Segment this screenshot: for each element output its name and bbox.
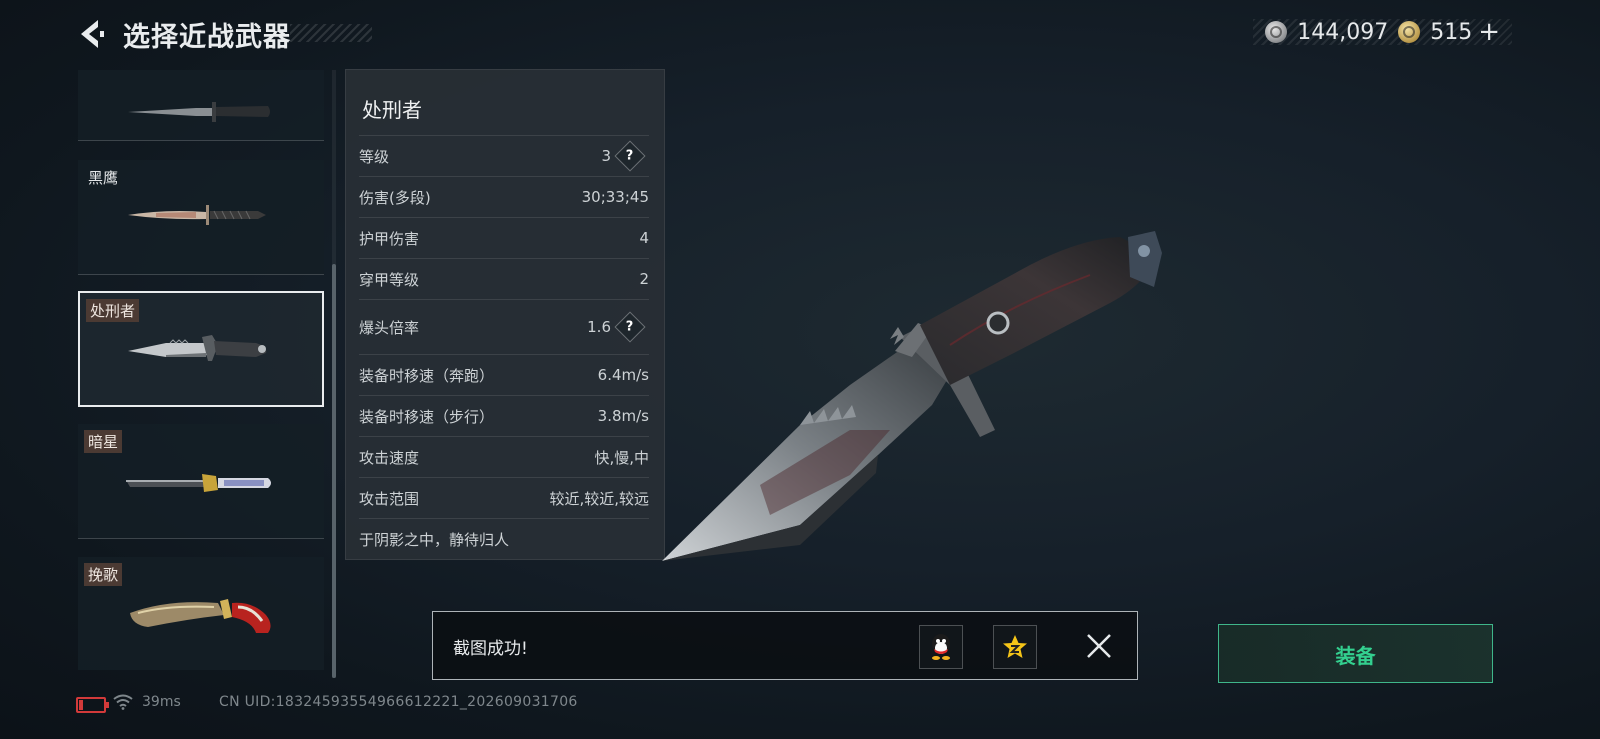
qq-icon — [932, 634, 950, 660]
weapon-list: 黑鹰 处刑者 暗星 挽歌 — [78, 70, 326, 670]
stat-label: 装备时移速（步行） — [359, 407, 495, 426]
weapon-card[interactable]: 黑鹰 — [78, 160, 324, 275]
stat-label: 攻击范围 — [359, 489, 420, 508]
add-currency-button[interactable]: + — [1478, 17, 1500, 47]
stat-label: 等级 — [359, 147, 390, 166]
wifi-icon — [113, 694, 133, 710]
stat-row-armor-damage: 护甲伤害 4 — [359, 217, 649, 258]
question-icon: ? — [626, 319, 634, 335]
weapon-card-name: 处刑者 — [86, 299, 140, 322]
stat-value: 1.6 — [587, 318, 611, 336]
stat-row-attack-range: 攻击范围 较近,较近,较远 — [359, 477, 649, 518]
stat-value: 6.4m/s — [597, 366, 649, 384]
page-title: 选择近战武器 — [123, 22, 291, 53]
stat-label: 攻击速度 — [359, 448, 420, 467]
stat-value: 3 — [601, 147, 611, 165]
stat-label: 爆头倍率 — [359, 318, 420, 337]
weapon-stats-panel: 处刑者 等级 3 ? 伤害(多段) 30;33;45 护甲伤害 4 穿甲等级 2… — [345, 69, 665, 560]
top-bar: 选择近战武器 144,097 515 + — [0, 0, 1600, 68]
stat-row-level: 等级 3 ? — [359, 135, 649, 176]
stat-value: 快,慢,中 — [594, 448, 649, 467]
stat-label: 装备时移速（奔跑） — [359, 366, 495, 385]
weapon-card-selected[interactable]: 处刑者 — [78, 291, 324, 407]
gold-coin-icon — [1398, 21, 1421, 43]
weapon-card-name: 挽歌 — [84, 563, 123, 586]
weapon-description-row: 于阴影之中，静待归人 — [359, 518, 649, 559]
dark-star-knife-image — [126, 474, 271, 492]
silver-amount: 144,097 — [1297, 19, 1389, 45]
elegy-kukri-image — [130, 599, 271, 633]
weapon-card-name: 黑鹰 — [88, 169, 119, 187]
question-icon: ? — [626, 148, 634, 164]
stat-label: 护甲伤害 — [359, 229, 420, 248]
silver-coin-icon — [1265, 21, 1288, 43]
weapon-card[interactable] — [78, 70, 324, 141]
weapon-card[interactable]: 暗星 — [78, 424, 324, 539]
executioner-knife-image — [128, 335, 267, 361]
weapon-description: 于阴影之中，静待归人 — [359, 530, 510, 549]
toast-message: 截图成功! — [453, 639, 528, 659]
close-toast-icon[interactable] — [1085, 632, 1113, 660]
back-button[interactable] — [76, 16, 110, 52]
help-button[interactable]: ? — [614, 140, 646, 172]
stat-row-run-speed: 装备时移速（奔跑） 6.4m/s — [359, 354, 649, 395]
title-decoration — [290, 24, 372, 42]
stat-value: 4 — [639, 229, 649, 247]
combat-knife-image — [128, 102, 270, 122]
share-qq-button[interactable] — [919, 625, 963, 669]
stat-row-headshot: 爆头倍率 1.6 ? — [359, 299, 649, 354]
currency-bar: 144,097 515 + — [1253, 17, 1512, 47]
stats-list: 等级 3 ? 伤害(多段) 30;33;45 护甲伤害 4 穿甲等级 2 爆头倍… — [359, 135, 649, 559]
equip-button-label: 装备 — [1335, 644, 1376, 668]
stat-label: 伤害(多段) — [359, 188, 431, 207]
stat-value: 2 — [639, 270, 649, 288]
stat-value: 较近,较近,较远 — [549, 489, 649, 508]
stat-value: 3.8m/s — [597, 407, 649, 425]
back-arrow-icon — [81, 20, 104, 48]
help-button[interactable]: ? — [614, 311, 646, 343]
list-scrollbar[interactable] — [332, 264, 336, 678]
weapon-card[interactable]: 挽歌 — [78, 557, 324, 670]
stat-value: 30;33;45 — [581, 188, 649, 206]
share-qzone-button[interactable] — [993, 625, 1037, 669]
weapon-name: 处刑者 — [362, 98, 422, 122]
stat-row-penetration: 穿甲等级 2 — [359, 258, 649, 299]
network-ping: 39ms — [142, 694, 181, 710]
player-uid: CN UID:18324593554966612221_202609031706 — [219, 694, 578, 710]
weapon-3d-preview[interactable] — [650, 225, 1180, 570]
black-hawk-knife-image — [128, 205, 266, 225]
stat-row-walk-speed: 装备时移速（步行） 3.8m/s — [359, 395, 649, 436]
qzone-icon — [1003, 635, 1027, 658]
stat-row-attack-speed: 攻击速度 快,慢,中 — [359, 436, 649, 477]
stat-row-damage: 伤害(多段) 30;33;45 — [359, 176, 649, 217]
equip-button[interactable]: 装备 — [1218, 624, 1493, 683]
gold-amount: 515 — [1430, 19, 1473, 45]
screenshot-toast: 截图成功! — [432, 611, 1138, 680]
weapon-card-name: 暗星 — [84, 430, 123, 453]
stat-label: 穿甲等级 — [359, 270, 420, 289]
battery-icon — [76, 697, 109, 713]
